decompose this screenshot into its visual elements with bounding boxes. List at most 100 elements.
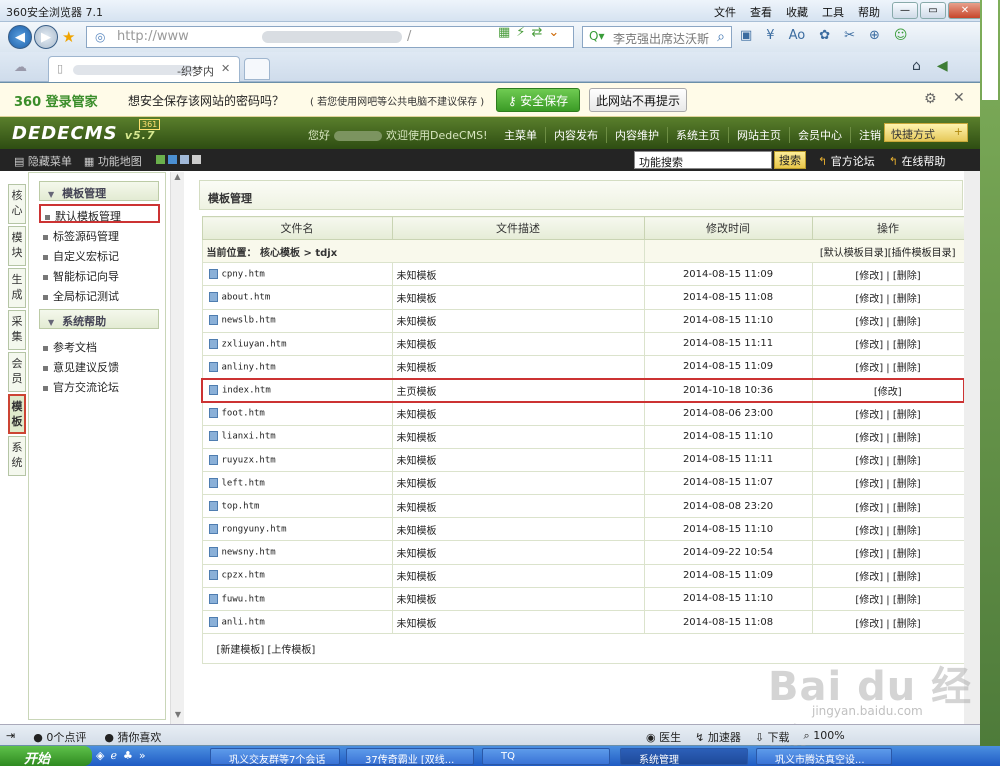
ops-cell[interactable]: [修改] | [删除]: [811, 354, 965, 380]
extension-icon[interactable]: ▣: [740, 28, 752, 43]
right-scrollbar[interactable]: [964, 171, 980, 724]
task-qq-chat[interactable]: 巩义交友群等7个会话: [210, 748, 340, 765]
menu-custom-macro[interactable]: 自定义宏标记: [39, 244, 165, 263]
ie-icon[interactable]: ℯ: [110, 749, 117, 762]
ops-cell[interactable]: [修改]: [811, 377, 965, 403]
file-cell[interactable]: ruyuzx.htm: [201, 447, 393, 472]
task-tq[interactable]: TQ: [482, 748, 610, 765]
ops-cell[interactable]: [修改] | [删除]: [811, 424, 965, 449]
safe-save-button[interactable]: ⚷ 安全保存: [496, 88, 580, 112]
maximize-button[interactable]: ▭: [920, 2, 946, 19]
download-status[interactable]: ⇩ 下载: [755, 729, 790, 745]
theme-gray[interactable]: [192, 155, 201, 164]
nav-system-home[interactable]: 系统主页: [667, 127, 728, 143]
no-prompt-button[interactable]: 此网站不再提示: [589, 88, 687, 112]
expand-icon[interactable]: »: [139, 749, 146, 762]
sidetab-collect[interactable]: 采集: [8, 310, 26, 350]
forward-button[interactable]: ▶: [34, 25, 58, 49]
location-links[interactable]: [默认模板目录][插件模板目录]: [643, 238, 965, 264]
file-cell[interactable]: lianxi.htm: [201, 424, 393, 449]
ops-cell[interactable]: [修改] | [删除]: [811, 517, 965, 542]
money-icon[interactable]: ¥: [766, 28, 774, 43]
file-cell[interactable]: index.htm: [201, 377, 393, 403]
shortcut-menu[interactable]: 快捷方式 +: [884, 123, 968, 142]
left-scrollbar[interactable]: ▲ ▼: [170, 172, 184, 724]
nav-member-center[interactable]: 会员中心: [789, 127, 850, 143]
file-cell[interactable]: fuwu.htm: [201, 586, 393, 612]
section-template-management[interactable]: ▼ 模板管理: [39, 181, 159, 201]
zoom-status[interactable]: ⌕ 100%: [804, 729, 845, 745]
start-button[interactable]: 开始: [0, 746, 92, 766]
ops-cell[interactable]: [修改] | [删除]: [811, 262, 965, 287]
sidetab-module[interactable]: 模块: [8, 226, 26, 266]
gear-icon[interactable]: ⚙: [924, 91, 937, 107]
task-system-management[interactable]: 系统管理: [620, 748, 748, 765]
theme-green[interactable]: [156, 155, 165, 164]
menu-tools[interactable]: 工具: [822, 4, 844, 20]
tab-active[interactable]: ▯ -织梦内 ✕: [48, 56, 240, 82]
gift-icon[interactable]: ✿: [819, 28, 830, 43]
file-cell[interactable]: top.htm: [201, 494, 393, 519]
comments-status[interactable]: ● 0个点评: [33, 729, 86, 745]
menu-tag-source[interactable]: 标签源码管理: [39, 224, 165, 243]
nav-main-menu[interactable]: 主菜单: [496, 127, 545, 143]
function-map-button[interactable]: ▦ 功能地图: [84, 153, 142, 169]
location-path[interactable]: 核心模板 > tdjx: [260, 248, 337, 259]
user-icon[interactable]: ☺: [894, 28, 908, 43]
menu-favorites[interactable]: 收藏: [786, 4, 808, 20]
qr-icon[interactable]: ▦: [498, 25, 510, 40]
favorite-star-icon[interactable]: ★: [62, 28, 75, 46]
file-cell[interactable]: newslb.htm: [201, 308, 393, 333]
file-cell[interactable]: left.htm: [201, 470, 393, 496]
file-cell[interactable]: cpzx.htm: [201, 563, 393, 588]
sidetab-member[interactable]: 会员: [8, 352, 26, 392]
cloud-icon[interactable]: ☁: [14, 60, 27, 75]
file-cell[interactable]: anliny.htm: [201, 354, 393, 380]
file-cell[interactable]: anli.htm: [201, 609, 393, 635]
close-icon[interactable]: ✕: [953, 90, 965, 106]
scroll-up-icon[interactable]: ▲: [171, 172, 184, 186]
doctor-status[interactable]: ◉ 医生: [646, 729, 681, 745]
menu-smart-tag-wizard[interactable]: 智能标记向导: [39, 264, 165, 283]
menu-official-forum[interactable]: 官方交流论坛: [39, 375, 165, 394]
function-search-input[interactable]: 功能搜索: [634, 151, 772, 169]
sidetab-template[interactable]: 模板: [8, 394, 26, 434]
screenshot-icon[interactable]: ✂: [844, 28, 855, 43]
zoom-icon[interactable]: ⊕: [869, 28, 880, 43]
search-engine-icon[interactable]: Q▾: [589, 29, 604, 43]
ops-cell[interactable]: [修改] | [删除]: [811, 540, 965, 565]
theme-lightblue[interactable]: [180, 155, 189, 164]
function-search-button[interactable]: 搜索: [774, 151, 806, 169]
ops-cell[interactable]: [修改] | [删除]: [811, 494, 965, 519]
menu-feedback[interactable]: 意见建议反馈: [39, 355, 165, 374]
search-go-icon[interactable]: ⌕: [710, 26, 732, 48]
theme-blue[interactable]: [168, 155, 177, 164]
task-tengda[interactable]: 巩义市腾达真空设...: [756, 748, 892, 765]
back-button[interactable]: ◀: [8, 25, 32, 49]
minimize-button[interactable]: —: [892, 2, 918, 19]
qq-icon[interactable]: ♣: [123, 749, 133, 762]
ops-cell[interactable]: [修改] | [删除]: [811, 285, 965, 310]
menu-view[interactable]: 查看: [750, 4, 772, 20]
ops-cell[interactable]: [修改] | [删除]: [811, 308, 965, 333]
ops-cell[interactable]: [修改] | [删除]: [811, 470, 965, 496]
compat-icon[interactable]: ⇄: [531, 25, 542, 40]
app-icon[interactable]: ◈: [96, 749, 104, 762]
menu-global-tag-test[interactable]: 全局标记测试: [39, 284, 165, 303]
guess-like-status[interactable]: ● 猜你喜欢: [104, 729, 161, 745]
ops-cell[interactable]: [修改] | [删除]: [811, 563, 965, 588]
section-system-help[interactable]: ▼ 系统帮助: [39, 309, 159, 329]
dropdown-icon[interactable]: ⌄: [548, 25, 559, 40]
tab-close-icon[interactable]: ✕: [221, 62, 230, 75]
hide-menu-button[interactable]: ▤ 隐藏菜单: [14, 153, 72, 169]
ad-block-icon[interactable]: Ao: [789, 28, 806, 43]
sidetab-generate[interactable]: 生成: [8, 268, 26, 308]
nav-publish[interactable]: 内容发布: [545, 127, 606, 143]
lightning-icon[interactable]: ⚡: [516, 25, 525, 40]
sidetab-system[interactable]: 系统: [8, 436, 26, 476]
file-cell[interactable]: rongyuny.htm: [201, 517, 393, 542]
sidetab-core[interactable]: 核心: [8, 184, 26, 224]
accelerator-status[interactable]: ↯ 加速器: [695, 729, 741, 745]
task-game[interactable]: 37传奇霸业 [双线...: [346, 748, 474, 765]
nav-site-home[interactable]: 网站主页: [728, 127, 789, 143]
